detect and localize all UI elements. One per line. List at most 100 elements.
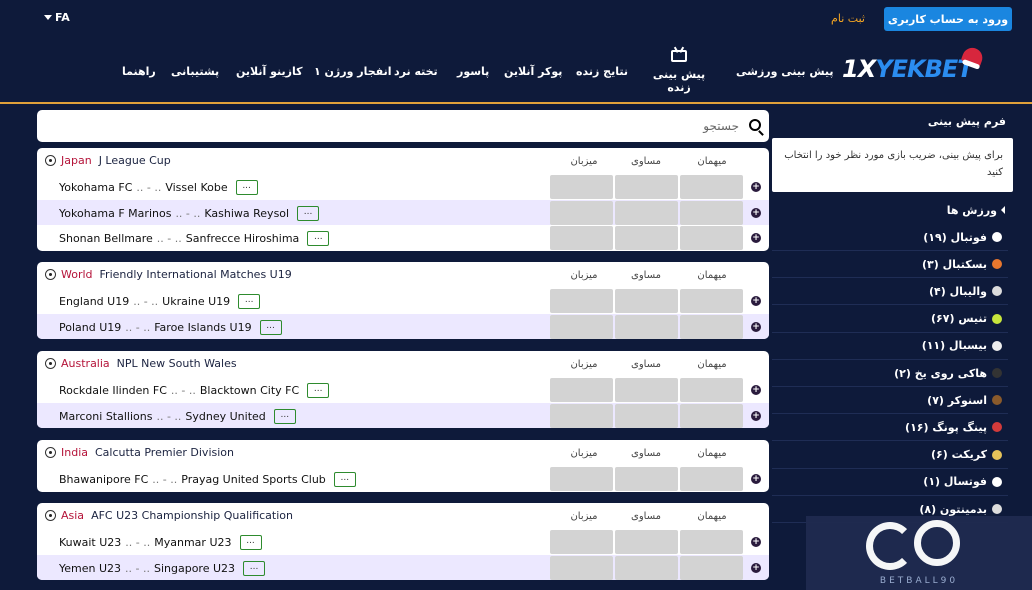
sport-item[interactable]: کریکت (۶) (772, 442, 1008, 469)
match-teams[interactable]: Marconi Stallions.. - .. Sydney United... (59, 408, 296, 424)
odd-away-button[interactable] (680, 467, 743, 491)
odd-home-button[interactable] (550, 530, 613, 554)
odd-home-button[interactable] (550, 226, 613, 251)
league-title[interactable]: World Friendly International Matches U19 (61, 268, 292, 281)
nav-backgammon[interactable]: تخته نرد (394, 65, 438, 78)
odd-draw-button[interactable] (615, 530, 678, 554)
home-team: Shonan Bellmare (59, 232, 153, 246)
odd-away-button[interactable] (680, 314, 743, 339)
more-markets-button[interactable]: ... (307, 231, 330, 247)
odd-home-button[interactable] (550, 200, 613, 225)
odd-away-button[interactable] (680, 403, 743, 428)
search-input[interactable]: جستجو (703, 119, 739, 133)
add-icon[interactable]: + (751, 474, 761, 484)
sports-menu-header[interactable]: ورزش ها (772, 200, 1013, 220)
add-icon[interactable]: + (751, 385, 761, 395)
league-title[interactable]: Australia NPL New South Wales (61, 357, 237, 370)
odd-draw-button[interactable] (615, 175, 678, 199)
search-icon[interactable] (749, 119, 761, 131)
odd-away-button[interactable] (680, 200, 743, 225)
sport-item[interactable]: والیبال (۴) (772, 278, 1008, 306)
odd-draw-button[interactable] (615, 403, 678, 428)
nav-online-casino[interactable]: کازینو آنلاین (236, 65, 303, 78)
odd-home-button[interactable] (550, 314, 613, 339)
add-icon[interactable]: + (751, 537, 761, 547)
odd-draw-button[interactable] (615, 314, 678, 339)
more-markets-button[interactable]: ... (297, 205, 320, 221)
language-selector[interactable]: FA (44, 11, 70, 24)
match-teams[interactable]: Kuwait U23.. - .. Myanmar U23... (59, 535, 262, 550)
odd-home-button[interactable] (550, 175, 613, 199)
sport-item[interactable]: فوتسال (۱) (772, 469, 1008, 496)
match-teams[interactable]: Poland U19.. - .. Faroe Islands U19... (59, 319, 282, 335)
add-icon[interactable]: + (751, 321, 761, 332)
odd-home-button[interactable] (550, 378, 613, 402)
match-teams[interactable]: Bhawanipore FC.. - .. Prayag United Sport… (59, 472, 356, 487)
sport-item[interactable]: بیسبال (۱۱) (772, 333, 1008, 360)
match-teams[interactable]: Yokohama F Marinos.. - .. Kashiwa Reysol.… (59, 205, 320, 221)
match-teams[interactable]: England U19.. - .. Ukraine U19... (59, 294, 261, 309)
nav-help[interactable]: راهنما (122, 65, 156, 78)
odd-draw-button[interactable] (615, 467, 678, 491)
more-markets-button[interactable]: ... (307, 383, 330, 398)
odd-away-button[interactable] (680, 226, 743, 251)
match-row: Bhawanipore FC.. - .. Prayag United Sport… (37, 466, 769, 492)
odd-draw-button[interactable] (615, 226, 678, 251)
nav-sports-betting[interactable]: پیش بینی ورزشی (736, 65, 834, 78)
odd-home-button[interactable] (550, 403, 613, 428)
league-title[interactable]: Japan J League Cup (61, 154, 171, 167)
nav-live-results[interactable]: نتایج زنده (576, 65, 628, 78)
odd-draw-button[interactable] (615, 289, 678, 313)
sport-item[interactable]: فوتبال (۱۹) (772, 224, 1008, 251)
nav-live-betting[interactable]: پیش بینی زنده (644, 50, 714, 94)
more-markets-button[interactable]: ... (259, 319, 282, 335)
league-title[interactable]: India Calcutta Premier Division (61, 446, 234, 459)
sport-item[interactable]: تنیس (۶۷) (772, 306, 1008, 333)
league-block: Asia AFC U23 Championship Qualification م… (37, 503, 769, 581)
nav-support[interactable]: پشتیبانی (171, 65, 219, 78)
odd-draw-button[interactable] (615, 555, 678, 580)
sport-item[interactable]: پینگ پونگ (۱۶) (772, 414, 1008, 442)
add-icon[interactable]: + (751, 182, 761, 192)
nav-online-poker[interactable]: پوکر آنلاین (504, 65, 562, 78)
more-markets-button[interactable]: ... (273, 408, 296, 424)
more-markets-button[interactable]: ... (333, 472, 356, 487)
match-teams[interactable]: Shonan Bellmare.. - .. Sanfrecce Hiroshim… (59, 231, 330, 247)
odd-away-button[interactable] (680, 289, 743, 313)
sport-item[interactable]: هاکی روی یخ (۲) (772, 360, 1008, 387)
league-title[interactable]: Asia AFC U23 Championship Qualification (61, 509, 293, 522)
odd-home-button[interactable] (550, 467, 613, 491)
match-teams[interactable]: Yemen U23.. - .. Singapore U23... (59, 560, 266, 576)
odd-draw-button[interactable] (615, 200, 678, 225)
odd-away-button[interactable] (680, 555, 743, 580)
soccer-ball-icon (45, 269, 56, 280)
nav-crash[interactable]: انفجار ورژن ۱ (314, 65, 391, 78)
more-markets-button[interactable]: ... (243, 560, 266, 576)
away-team: Sanfrecce Hiroshima (185, 232, 300, 246)
odd-draw-button[interactable] (615, 378, 678, 402)
match-teams[interactable]: Rockdale Ilinden FC.. - .. Blacktown City… (59, 383, 330, 398)
login-button[interactable]: ورود به حساب کاربری (884, 7, 1012, 31)
match-teams[interactable]: Yokohama FC.. - .. Vissel Kobe... (59, 180, 258, 195)
add-icon[interactable]: + (751, 562, 761, 573)
odd-home-button[interactable] (550, 289, 613, 313)
nav-pasur[interactable]: پاسور (457, 65, 489, 78)
more-markets-button[interactable]: ... (235, 180, 258, 195)
sport-label: فوتسال (۱) (923, 475, 987, 489)
site-logo[interactable]: 1X YEKBET (842, 45, 985, 84)
more-markets-button[interactable]: ... (238, 294, 261, 309)
odd-away-button[interactable] (680, 175, 743, 199)
sport-item[interactable]: بسکتبال (۳) (772, 251, 1008, 279)
add-icon[interactable]: + (751, 410, 761, 421)
sport-item[interactable]: اسنوکر (۷) (772, 387, 1008, 415)
more-markets-button[interactable]: ... (239, 535, 262, 550)
odd-away-button[interactable] (680, 530, 743, 554)
search-bar[interactable]: جستجو (37, 110, 769, 142)
add-icon[interactable]: + (751, 296, 761, 306)
odd-away-button[interactable] (680, 378, 743, 402)
register-link[interactable]: ثبت نام (826, 12, 870, 25)
odd-home-button[interactable] (550, 555, 613, 580)
column-away: میهمان (697, 448, 727, 459)
add-icon[interactable]: + (751, 233, 761, 244)
add-icon[interactable]: + (751, 207, 761, 218)
